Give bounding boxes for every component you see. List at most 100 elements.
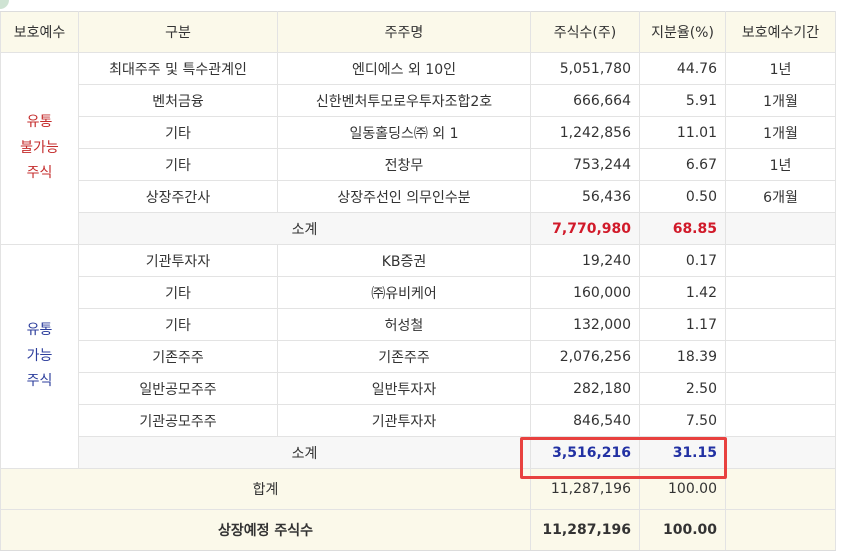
category-cell: 기존주주	[78, 340, 278, 373]
category-cell: 기타	[78, 308, 278, 341]
group-label-line: 유통	[26, 321, 53, 338]
table-row: 기타 전창무 753,244 6.67 1년	[1, 148, 836, 181]
category-cell: 기타	[78, 148, 278, 181]
holder-cell: 신한벤처투모로우투자조합2호	[277, 84, 531, 117]
subtotal-label: 소계	[78, 212, 531, 245]
shares-cell: 5,051,780	[530, 52, 640, 85]
shares-cell: 19,240	[530, 244, 640, 277]
ratio-cell: 11.01	[639, 116, 726, 149]
holder-cell: 일반투자자	[277, 372, 531, 405]
listing-ratio: 100.00	[639, 509, 726, 551]
period-cell: 1년	[725, 52, 836, 85]
ratio-cell: 5.91	[639, 84, 726, 117]
lockup-table: 보호예수 구분 주주명 주식수(주) 지분율(%) 보호예수기간 유통 불가능 주식…	[0, 11, 836, 551]
shares-cell: 132,000	[530, 308, 640, 341]
period-cell: 1개월	[725, 84, 836, 117]
holder-cell: 기관투자자	[277, 404, 531, 437]
period-cell	[725, 244, 836, 277]
table-row: 상장주간사 상장주선인 의무인수분 56,436 0.50 6개월	[1, 180, 836, 213]
category-cell: 상장주간사	[78, 180, 278, 213]
group-label-line: 유통	[26, 113, 53, 130]
ratio-cell: 44.76	[639, 52, 726, 85]
shares-cell: 56,436	[530, 180, 640, 213]
table-header-row: 보호예수 구분 주주명 주식수(주) 지분율(%) 보호예수기간	[0, 11, 836, 53]
category-cell: 일반공모주주	[78, 372, 278, 405]
total-shares: 11,287,196	[530, 468, 640, 510]
header-lockup: 보호예수	[0, 11, 79, 53]
group-label-line: 주식	[26, 165, 53, 182]
category-cell: 기관투자자	[78, 244, 278, 277]
table-row: 일반공모주주 일반투자자 282,180 2.50	[1, 372, 836, 405]
total-row: 합계 11,287,196 100.00	[0, 468, 836, 510]
holder-cell: 기존주주	[277, 340, 531, 373]
table-row: 기타 일동홀딩스㈜ 외 1 1,242,856 11.01 1개월	[1, 116, 836, 149]
category-cell: 최대주주 및 특수관계인	[78, 52, 278, 85]
ratio-cell: 1.42	[639, 276, 726, 309]
holder-cell: KB증권	[277, 244, 531, 277]
tradable-section: 유통 가능 주식 기관투자자 KB증권 19,240 0.17 기타 ㈜유비케어 160,000 1…	[0, 244, 836, 469]
shares-cell: 666,664	[530, 84, 640, 117]
total-ratio: 100.00	[639, 468, 726, 510]
period-cell: 1개월	[725, 116, 836, 149]
subtotal-ratio: 31.15	[639, 436, 726, 469]
table-row: 벤처금융 신한벤처투모로우투자조합2호 666,664 5.91 1개월	[1, 84, 836, 117]
corner-decoration	[0, 0, 9, 9]
category-cell: 기타	[78, 116, 278, 149]
period-cell	[725, 340, 836, 373]
listing-period	[725, 509, 836, 551]
group-label-line: 불가능	[20, 139, 59, 156]
shares-cell: 282,180	[530, 372, 640, 405]
shares-cell: 160,000	[530, 276, 640, 309]
header-shares: 주식수(주)	[530, 11, 640, 53]
ratio-cell: 7.50	[639, 404, 726, 437]
subtotal-period	[725, 212, 836, 245]
shares-cell: 2,076,256	[530, 340, 640, 373]
period-cell	[725, 308, 836, 341]
subtotal-shares: 3,516,216	[530, 436, 640, 469]
header-lockup-period: 보호예수기간	[725, 11, 836, 53]
tradable-group-label: 유통 가능 주식	[0, 244, 79, 469]
ratio-cell: 1.17	[639, 308, 726, 341]
listing-label: 상장예정 주식수	[0, 509, 531, 551]
holder-cell: 엔디에스 외 10인	[277, 52, 531, 85]
table-row: 기존주주 기존주주 2,076,256 18.39	[1, 340, 836, 373]
restricted-section: 유통 불가능 주식 최대주주 및 특수관계인 엔디에스 외 10인 5,051,780 44…	[0, 52, 836, 245]
table-row: 유통 불가능 주식 최대주주 및 특수관계인 엔디에스 외 10인 5,051,780 44…	[0, 52, 836, 245]
total-label: 합계	[0, 468, 531, 510]
restricted-group-label: 유통불가능주식	[0, 52, 79, 245]
header-holder: 주주명	[277, 11, 531, 53]
period-cell	[725, 372, 836, 405]
holder-cell: 허성철	[277, 308, 531, 341]
subtotal-label: 소계	[78, 436, 531, 469]
table-row: 기타 허성철 132,000 1.17	[1, 308, 836, 341]
category-cell: 기관공모주주	[78, 404, 278, 437]
period-cell: 1년	[725, 148, 836, 181]
total-period	[725, 468, 836, 510]
shares-cell: 1,242,856	[530, 116, 640, 149]
header-category: 구분	[78, 11, 278, 53]
ratio-cell: 0.50	[639, 180, 726, 213]
subtotal-period	[725, 436, 836, 469]
table-row: 기타 ㈜유비케어 160,000 1.42	[1, 276, 836, 309]
shares-cell: 753,244	[530, 148, 640, 181]
subtotal-ratio: 68.85	[639, 212, 726, 245]
subtotal-shares: 7,770,980	[530, 212, 640, 245]
period-cell	[725, 276, 836, 309]
holder-cell: 상장주선인 의무인수분	[277, 180, 531, 213]
listing-shares-row: 상장예정 주식수 11,287,196 100.00	[0, 509, 836, 551]
holder-cell: ㈜유비케어	[277, 276, 531, 309]
period-cell	[725, 404, 836, 437]
tradable-subtotal-row: 소계 3,516,216 31.15	[1, 436, 836, 469]
listing-shares: 11,287,196	[530, 509, 640, 551]
period-cell: 6개월	[725, 180, 836, 213]
group-label-line: 주식	[26, 373, 53, 390]
holder-cell: 전창무	[277, 148, 531, 181]
shares-cell: 846,540	[530, 404, 640, 437]
category-cell: 기타	[78, 276, 278, 309]
ratio-cell: 18.39	[639, 340, 726, 373]
category-cell: 벤처금융	[78, 84, 278, 117]
page: 보호예수 구분 주주명 주식수(주) 지분율(%) 보호예수기간 유통 불가능 주식…	[0, 0, 846, 553]
ratio-cell: 0.17	[639, 244, 726, 277]
ratio-cell: 2.50	[639, 372, 726, 405]
table-row: 유통 가능 주식 기관투자자 KB증권 19,240 0.17	[0, 244, 836, 469]
